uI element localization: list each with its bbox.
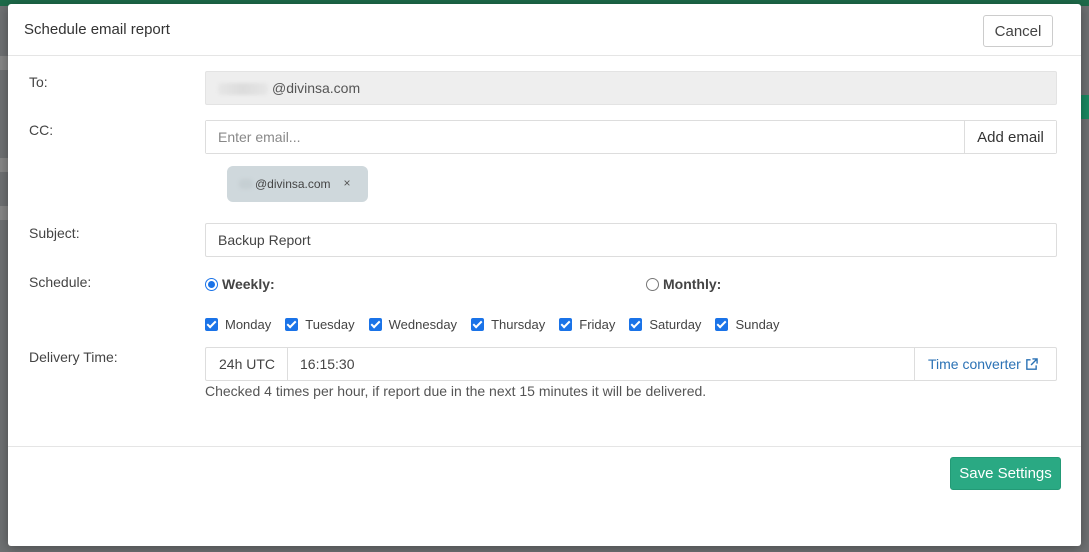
day-label: Saturday: [649, 317, 702, 332]
checkbox-wednesday[interactable]: [368, 318, 382, 331]
schedule-email-modal: Schedule email report Cancel To: @divins…: [8, 4, 1081, 546]
footer-divider: [8, 446, 1081, 447]
redacted-text: [218, 83, 268, 96]
external-link-icon: [1026, 357, 1038, 370]
day-wednesday[interactable]: Wednesday: [368, 317, 458, 332]
backdrop-fragment: [0, 206, 8, 220]
day-label: Monday: [225, 317, 272, 332]
cc-input-group: Add email: [205, 120, 1057, 154]
backdrop-fragment: [0, 56, 8, 70]
close-icon[interactable]: ×: [341, 176, 353, 190]
subject-label: Subject:: [29, 225, 80, 241]
modal-title: Schedule email report: [24, 21, 170, 38]
cc-email-chip: @divinsa.com ×: [227, 166, 368, 202]
cc-chip-email: @divinsa.com: [255, 177, 331, 191]
cancel-button[interactable]: Cancel: [983, 15, 1053, 47]
to-value: @divinsa.com: [272, 80, 361, 96]
day-saturday[interactable]: Saturday: [629, 317, 701, 332]
day-label: Thursday: [491, 317, 546, 332]
day-label: Tuesday: [305, 317, 355, 332]
checkbox-tuesday[interactable]: [285, 318, 299, 331]
checkbox-monday[interactable]: [205, 318, 218, 331]
day-label: Sunday: [735, 317, 780, 332]
checkbox-friday[interactable]: [559, 318, 573, 331]
timezone-addon: 24h UTC: [206, 348, 288, 380]
schedule-label: Schedule:: [29, 274, 92, 290]
day-monday[interactable]: Monday: [205, 317, 271, 332]
monthly-option[interactable]: Monthly:: [646, 276, 721, 292]
to-field: @divinsa.com: [205, 71, 1057, 105]
delivery-time-group: 24h UTC Time converter: [205, 347, 1057, 381]
day-sunday[interactable]: Sunday: [715, 317, 780, 332]
checkbox-saturday[interactable]: [629, 318, 643, 331]
subject-input[interactable]: [205, 223, 1057, 257]
modal-header: Schedule email report Cancel: [8, 4, 1081, 56]
delivery-time-input[interactable]: [288, 348, 914, 380]
backdrop-fragment: [0, 158, 8, 172]
day-tuesday[interactable]: Tuesday: [285, 317, 355, 332]
monthly-radio[interactable]: [646, 277, 659, 291]
backdrop-side-tab: [1081, 95, 1089, 119]
day-label: Friday: [579, 317, 616, 332]
to-label: To:: [29, 74, 48, 90]
redacted-text: [239, 179, 253, 189]
weekly-label: Weekly:: [222, 276, 275, 292]
weekly-radio[interactable]: [205, 277, 218, 291]
checkbox-thursday[interactable]: [471, 318, 485, 331]
delivery-help-text: Checked 4 times per hour, if report due …: [205, 383, 707, 399]
day-thursday[interactable]: Thursday: [471, 317, 545, 332]
weekday-checkboxes: Monday Tuesday Wednesday Thursday Friday…: [205, 317, 794, 332]
time-converter-label: Time converter: [928, 356, 1021, 372]
save-settings-button[interactable]: Save Settings: [950, 457, 1061, 490]
time-converter-link[interactable]: Time converter: [914, 348, 1056, 380]
cc-email-input[interactable]: [206, 121, 964, 153]
monthly-label: Monthly:: [663, 276, 722, 292]
cc-label: CC:: [29, 122, 54, 138]
checkbox-sunday[interactable]: [715, 318, 729, 331]
delivery-time-label: Delivery Time:: [29, 349, 118, 365]
add-email-button[interactable]: Add email: [964, 121, 1056, 153]
day-label: Wednesday: [388, 317, 458, 332]
day-friday[interactable]: Friday: [559, 317, 615, 332]
weekly-option[interactable]: Weekly:: [205, 276, 275, 292]
